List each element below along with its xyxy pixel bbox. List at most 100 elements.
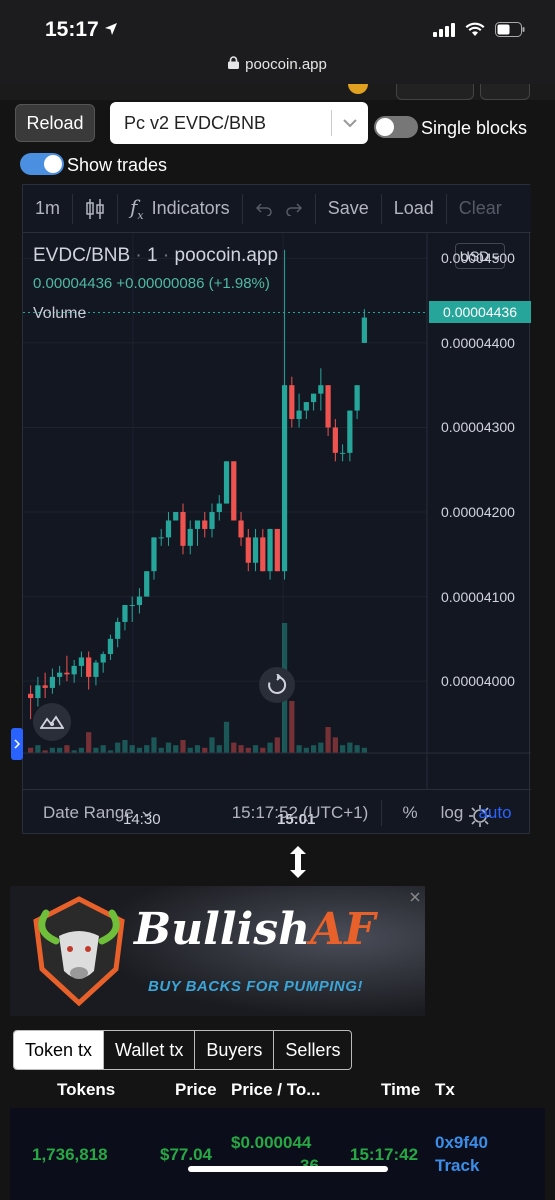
tab-sellers[interactable]: Sellers <box>274 1031 351 1069</box>
candle <box>136 596 143 606</box>
cellular-signal-icon <box>433 22 455 42</box>
volume-bar <box>122 740 128 753</box>
candle <box>238 520 244 538</box>
undo-icon[interactable] <box>243 185 285 232</box>
resize-vertical-icon[interactable] <box>286 844 310 885</box>
tab-token-tx[interactable]: Token tx <box>14 1031 105 1069</box>
date-range-button[interactable]: Date Range <box>23 803 219 823</box>
chevron-down-icon[interactable] <box>332 118 368 128</box>
candle <box>339 452 346 454</box>
candle <box>42 685 48 688</box>
tab-buyers[interactable]: Buyers <box>195 1031 275 1069</box>
price-chart[interactable]: 1m fx Indicators Save Load Clear EVDC/BN… <box>11 184 531 835</box>
ad-banner[interactable]: BullishAF BUY BACKS FOR PUMPING! <box>10 886 425 1016</box>
candle <box>158 537 164 539</box>
volume-bar <box>209 737 215 753</box>
candle <box>231 461 237 521</box>
candle <box>209 512 215 529</box>
single-blocks-toggle[interactable] <box>374 116 418 138</box>
candle <box>194 520 201 529</box>
status-bar: 15:17 <box>0 0 555 52</box>
volume-bar <box>57 747 63 753</box>
candle <box>223 461 230 504</box>
volume-bar <box>296 745 302 753</box>
volume-bar <box>100 745 106 753</box>
log-scale-button[interactable]: log <box>432 803 472 823</box>
price-tick: 0.00004300 <box>441 419 515 436</box>
tx-track-link[interactable]: Track <box>435 1156 479 1176</box>
volume-bar <box>318 742 324 753</box>
chart-clock[interactable]: 15:17:52 (UTC+1) <box>219 803 381 823</box>
column-header: Price / To... <box>231 1080 321 1099</box>
legend-interval: 1 <box>147 245 158 266</box>
volume-bar <box>303 747 309 753</box>
load-button[interactable]: Load <box>382 185 446 232</box>
candlestick-type-icon[interactable] <box>73 185 117 232</box>
candle <box>361 317 367 343</box>
candle <box>252 537 259 563</box>
expand-sidebar-button[interactable] <box>11 728 23 760</box>
chart-legend-values: 0.00004436 +0.00000086 (+1.98%) <box>33 275 270 292</box>
candle <box>78 657 85 666</box>
browser-url-bar[interactable]: poocoin.app <box>0 52 555 84</box>
volume-bar <box>187 747 193 753</box>
menu-button[interactable] <box>480 84 530 100</box>
candle <box>129 605 135 607</box>
volume-bar <box>354 745 360 753</box>
interval-button[interactable]: 1m <box>23 185 72 232</box>
candle <box>93 662 99 677</box>
tx-price-per-token: $0.000044 <box>231 1133 312 1152</box>
percent-scale-button[interactable]: % <box>388 803 432 823</box>
header-button[interactable] <box>396 84 474 100</box>
candle <box>303 402 309 411</box>
banner-title-main: Bullish <box>134 904 311 955</box>
tab-wallet-tx[interactable]: Wallet tx <box>104 1031 196 1069</box>
volume-bar <box>86 732 92 753</box>
column-header: Price <box>175 1080 217 1099</box>
candle <box>35 685 41 699</box>
volume-bar <box>78 747 85 753</box>
candle <box>173 512 179 521</box>
volume-bar <box>347 742 353 753</box>
banner-subtitle: BUY BACKS FOR PUMPING! <box>148 978 363 995</box>
tx-time: 15:17:42 <box>350 1145 419 1164</box>
chart-area[interactable]: EVDC/BNB · 1 · poocoin.app 0.00004436 +0… <box>11 233 531 828</box>
volume-bar <box>35 745 41 753</box>
tradingview-logo-icon[interactable] <box>33 703 71 741</box>
clear-button[interactable]: Clear <box>447 185 514 232</box>
reload-button[interactable]: Reload <box>15 104 95 142</box>
volume-bar <box>361 747 367 753</box>
chart-toolbar: 1m fx Indicators Save Load Clear <box>23 185 531 233</box>
volume-bar <box>245 747 251 753</box>
candle <box>107 638 114 655</box>
show-trades-toggle[interactable] <box>20 153 64 175</box>
chevron-down-icon <box>142 803 152 823</box>
volume-bar <box>274 737 280 753</box>
volume-bar <box>64 745 70 753</box>
volume-bar <box>49 747 56 753</box>
candle <box>115 621 121 639</box>
candle <box>245 537 251 563</box>
volume-bar <box>216 745 222 753</box>
volume-bar <box>238 745 244 753</box>
tx-hash-link[interactable]: 0x9f40 <box>435 1133 488 1153</box>
pair-select[interactable]: Pc v2 EVDC/BNB <box>110 102 368 144</box>
volume-bar <box>310 745 317 753</box>
chart-footer: Date Range 15:17:52 (UTC+1) % log auto <box>23 789 531 835</box>
auto-scale-button[interactable]: auto <box>472 803 518 823</box>
legend-change-pct: (+1.98%) <box>208 275 270 292</box>
indicators-button[interactable]: fx Indicators <box>118 185 242 232</box>
price-tick: 0.00004500 <box>441 250 515 267</box>
volume-bar <box>144 745 150 753</box>
reset-chart-button[interactable] <box>259 667 295 703</box>
pair-select-value: Pc v2 EVDC/BNB <box>124 112 267 133</box>
candle <box>28 693 34 699</box>
candle <box>151 537 157 572</box>
location-arrow-icon <box>104 22 118 41</box>
volume-bar <box>267 742 273 753</box>
ad-close-icon[interactable] <box>409 890 421 908</box>
redo-icon[interactable] <box>285 185 315 232</box>
home-indicator <box>188 1166 388 1172</box>
save-button[interactable]: Save <box>316 185 381 232</box>
candle <box>267 528 273 572</box>
